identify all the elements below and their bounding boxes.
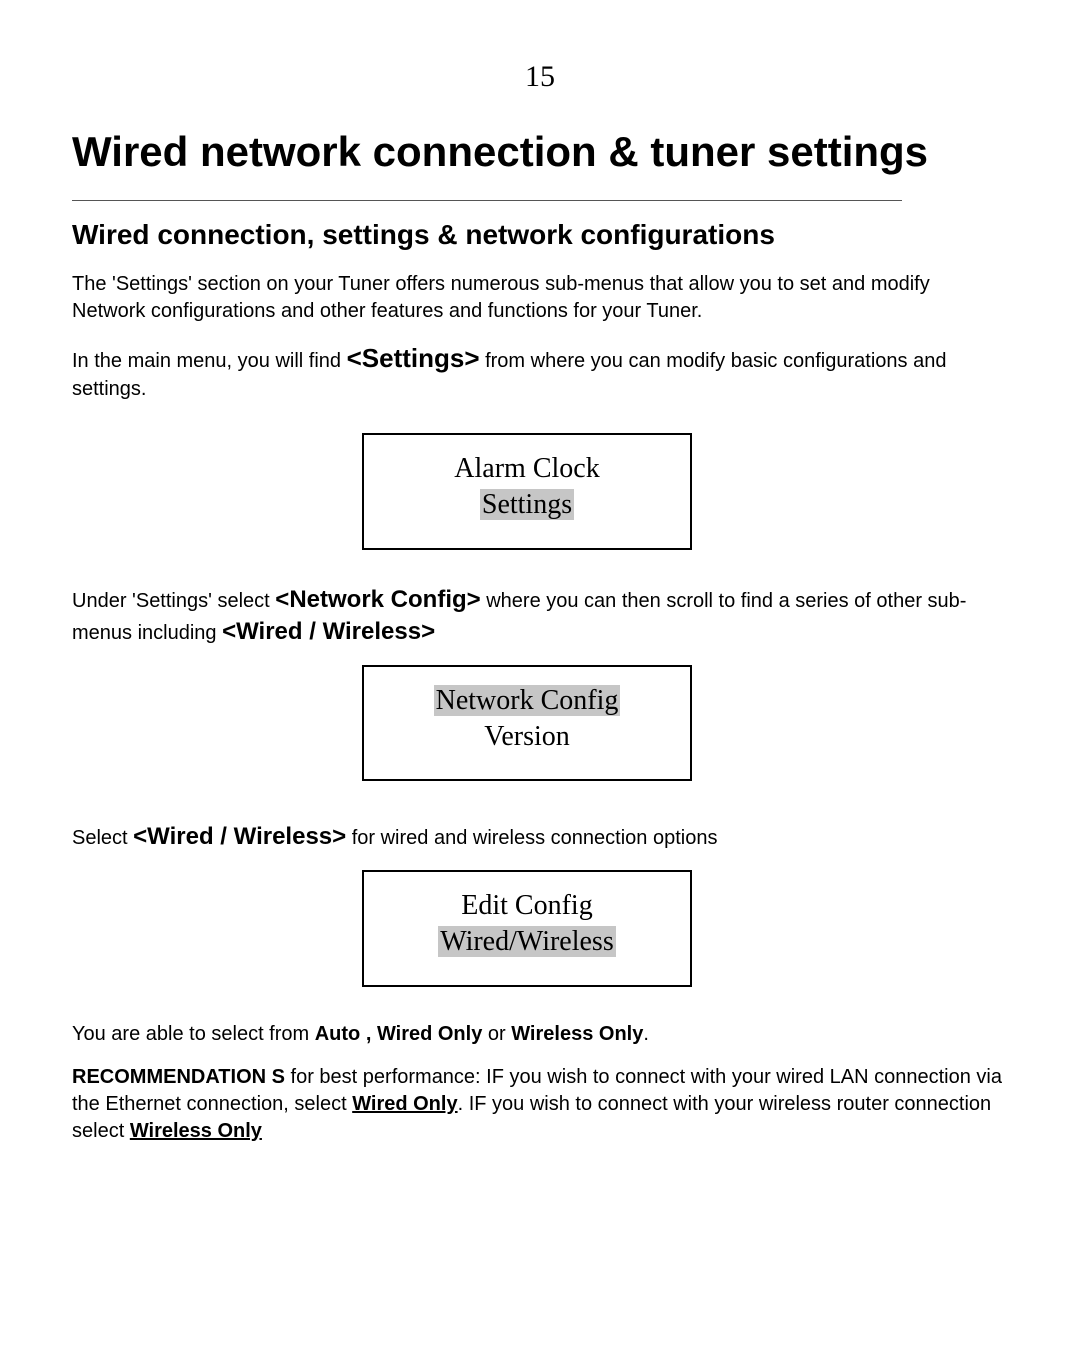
menu-item-selected: Network Config [370,683,684,719]
menu-item: Edit Config [370,888,684,924]
text-run: Under 'Settings' select [72,590,275,612]
options-paragraph: You are able to select from Auto , Wired… [72,1021,1008,1048]
text-run: . [643,1023,649,1045]
menu-item-selected: Settings [370,487,684,523]
section-heading: Wired connection, settings & network con… [72,219,1008,251]
menu-item: Version [370,719,684,755]
intro-paragraph-2: In the main menu, you will find <Setting… [72,341,1008,403]
option-wireless-only-underline: Wireless Only [130,1120,262,1142]
text-run: for wired and wireless connection option… [346,827,717,849]
option-wireless-only: Wireless Only [511,1023,643,1045]
page-title: Wired network connection & tuner setting… [72,128,1008,176]
horizontal-rule [72,200,902,201]
recommendations-paragraph: RECOMMENDATION S for best performance: I… [72,1064,1008,1145]
menu-screenshot-3: Edit Config Wired/Wireless [362,870,692,987]
intro-paragraph-1: The 'Settings' section on your Tuner off… [72,271,1008,325]
selected-text: Network Config [434,685,621,716]
paragraph-select-wired-wireless: Select <Wired / Wireless> for wired and … [72,821,1008,853]
ui-label-settings: <Settings> [347,343,480,373]
ui-label-network-config: <Network Config> [275,586,480,613]
document-page: 15 Wired network connection & tuner sett… [0,0,1080,1367]
page-number: 15 [72,60,1008,94]
paragraph-network-config: Under 'Settings' select <Network Config>… [72,584,1008,649]
ui-label-wired-wireless-2: <Wired / Wireless> [133,823,346,850]
option-auto-wired: Auto , Wired Only [315,1023,488,1045]
option-wired-only-underline: Wired Only [352,1093,457,1115]
recommendation-label: RECOMMENDATION S [72,1066,285,1088]
selected-text: Wired/Wireless [438,926,615,957]
menu-item: Alarm Clock [370,451,684,487]
selected-text: Settings [480,489,574,520]
text-run: You are able to select from [72,1023,315,1045]
menu-screenshot-2: Network Config Version [362,665,692,782]
menu-screenshot-1: Alarm Clock Settings [362,433,692,550]
ui-label-wired-wireless: <Wired / Wireless> [222,618,435,645]
text-run: or [488,1023,511,1045]
menu-item-selected: Wired/Wireless [370,924,684,960]
text-run: In the main menu, you will find [72,350,347,372]
text-run: Select [72,827,133,849]
